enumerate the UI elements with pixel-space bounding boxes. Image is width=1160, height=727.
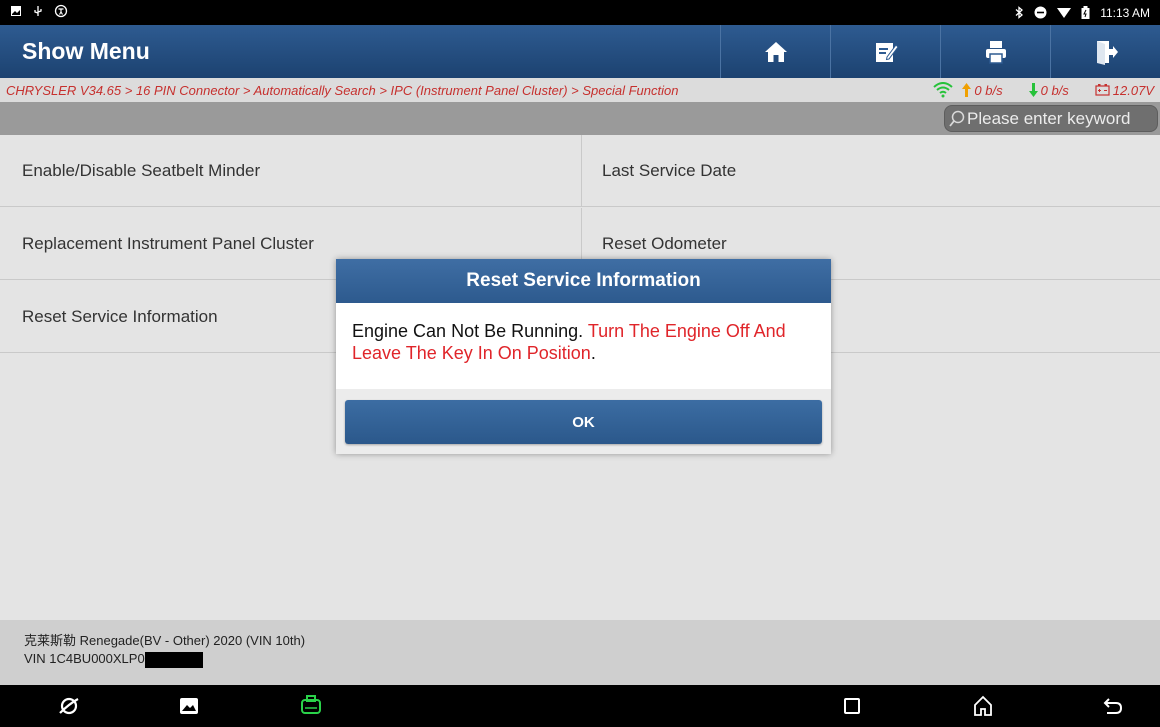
wifi-icon xyxy=(933,82,954,98)
wifi-signal-icon xyxy=(1057,7,1072,19)
exit-icon xyxy=(1096,40,1118,65)
search-input[interactable] xyxy=(967,108,1157,129)
battery-voltage-text: 12.07V xyxy=(1112,82,1154,98)
download-arrow-icon xyxy=(1028,83,1038,97)
battery-voltage: 12.07V xyxy=(1095,83,1154,98)
menu-item-seatbelt-minder[interactable]: Enable/Disable Seatbelt Minder xyxy=(0,135,582,207)
upload-rate: 0 b/s xyxy=(933,82,1003,98)
clock-text: 11:13 AM xyxy=(1100,5,1150,20)
vehicle-info: 克莱斯勒 Renegade(BV - Other) 2020 (VIN 10th… xyxy=(0,620,1160,685)
print-icon xyxy=(985,40,1006,64)
vci-button[interactable] xyxy=(298,693,324,719)
bluetooth-icon xyxy=(1014,6,1024,19)
image-icon xyxy=(180,698,198,714)
home-button[interactable] xyxy=(720,25,830,78)
dialog-footer: OK xyxy=(336,389,831,454)
search-box[interactable] xyxy=(944,105,1158,132)
upload-arrow-icon xyxy=(962,83,972,97)
status-bar: 11:13 AM xyxy=(0,0,1160,25)
breadcrumb: CHRYSLER V34.65 > 16 PIN Connector > Aut… xyxy=(0,78,1160,102)
gallery-button[interactable] xyxy=(176,693,202,719)
home-outline-icon xyxy=(974,695,992,716)
download-rate: 0 b/s xyxy=(1028,82,1069,98)
vci-connector-icon xyxy=(301,695,321,714)
accessibility-icon xyxy=(54,4,68,21)
system-nav-bar xyxy=(0,685,1160,727)
edit-icon xyxy=(875,42,899,62)
back-arrow-icon xyxy=(1103,698,1123,714)
gallery-notification-icon xyxy=(10,5,22,20)
dialog-message-end: . xyxy=(590,343,596,363)
search-icon xyxy=(949,110,965,127)
print-button[interactable] xyxy=(940,25,1050,78)
breadcrumb-path: CHRYSLER V34.65 > 16 PIN Connector > Aut… xyxy=(6,82,679,98)
car-battery-icon xyxy=(1095,84,1110,96)
app-header: Show Menu xyxy=(0,25,1160,78)
do-not-disturb-icon xyxy=(1034,6,1047,19)
edit-report-button[interactable] xyxy=(830,25,940,78)
app-screen: 11:13 AM Show Menu CHRYSLER V34.65 > 16 … xyxy=(0,0,1160,727)
dialog-message-plain: Engine Can Not Be Running. xyxy=(352,321,588,341)
reset-service-dialog: Reset Service Information Engine Can Not… xyxy=(336,259,831,454)
square-icon xyxy=(844,698,860,714)
vehicle-vin: VIN 1C4BU000XLP0 xyxy=(24,650,1136,668)
planet-icon xyxy=(59,697,79,715)
upload-rate-text: 0 b/s xyxy=(974,82,1003,98)
dialog-title: Reset Service Information xyxy=(336,259,831,303)
page-title: Show Menu xyxy=(22,38,150,64)
vin-redaction xyxy=(144,651,203,668)
browser-button[interactable] xyxy=(56,693,82,719)
vehicle-model: 克莱斯勒 Renegade(BV - Other) 2020 (VIN 10th… xyxy=(24,633,306,648)
usb-icon xyxy=(32,5,44,20)
back-button[interactable] xyxy=(1100,693,1126,719)
battery-icon xyxy=(1081,6,1090,19)
ok-button[interactable]: OK xyxy=(345,400,822,444)
dialog-message: Engine Can Not Be Running. Turn The Engi… xyxy=(336,303,831,389)
search-bar xyxy=(0,102,1160,135)
recents-button[interactable] xyxy=(839,693,865,719)
home-nav-button[interactable] xyxy=(970,693,996,719)
home-icon xyxy=(764,41,787,62)
menu-item-last-service-date[interactable]: Last Service Date xyxy=(582,135,1160,207)
vin-text: VIN 1C4BU000XLP0 xyxy=(24,651,145,666)
exit-button[interactable] xyxy=(1050,25,1160,78)
download-rate-text: 0 b/s xyxy=(1040,82,1069,98)
